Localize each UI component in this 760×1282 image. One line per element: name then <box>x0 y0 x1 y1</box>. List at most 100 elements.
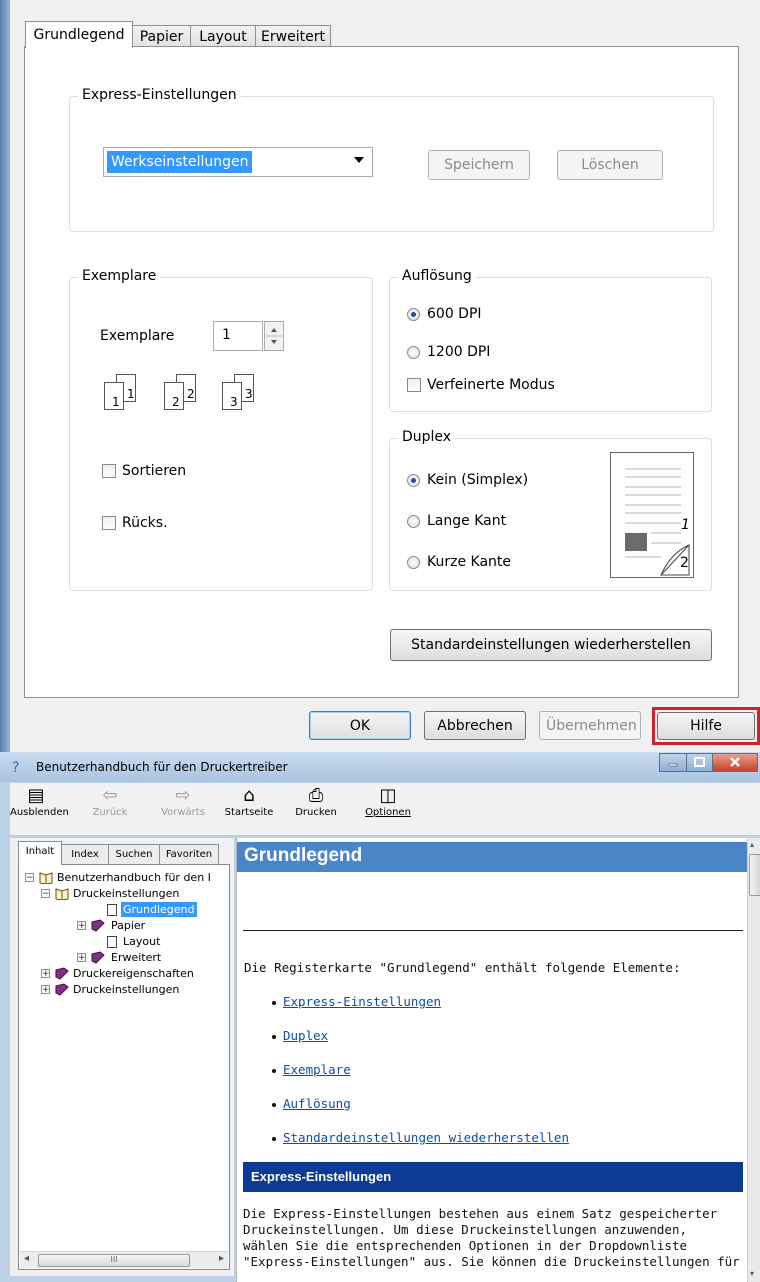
scroll-left-icon[interactable]: ◂ <box>24 1253 29 1264</box>
book-icon <box>55 967 69 980</box>
tab-erweitert[interactable]: Erweitert <box>255 25 331 47</box>
collate-copy-1-icon: 1 1 <box>104 374 144 412</box>
radio-short-edge-label[interactable]: Kurze Kante <box>427 554 511 570</box>
expand-icon[interactable]: + <box>77 921 86 931</box>
radio-long-edge-label[interactable]: Lange Kant <box>427 513 506 529</box>
radio-short-edge[interactable] <box>407 556 420 569</box>
close-icon[interactable] <box>713 754 757 771</box>
link-duplex[interactable]: Duplex <box>283 1028 328 1043</box>
link-express-settings[interactable]: Express-Einstellungen <box>283 994 441 1009</box>
tab-index[interactable]: Index <box>61 844 109 864</box>
refined-mode-label[interactable]: Verfeinerte Modus <box>427 377 555 393</box>
tab-layout[interactable]: Layout <box>190 25 256 47</box>
radio-1200-dpi-label[interactable]: 1200 DPI <box>427 344 490 360</box>
link-resolution[interactable]: Auflösung <box>283 1096 351 1111</box>
express-settings-dropdown[interactable]: Werkseinstellungen <box>103 147 373 177</box>
collate-label[interactable]: Sortieren <box>122 463 186 479</box>
radio-simplex[interactable] <box>407 474 420 487</box>
copy-number: 3 <box>230 395 238 409</box>
tree-label: Grundlegend <box>121 902 197 917</box>
radio-simplex-label[interactable]: Kein (Simplex) <box>427 472 528 488</box>
forward-button[interactable]: ⇨ Vorwärts <box>156 785 210 818</box>
collapse-icon[interactable]: − <box>41 889 50 899</box>
help-content-pane: Grundlegend Die Registerkarte "Grundlege… <box>236 838 760 1282</box>
copies-input[interactable]: 1 <box>213 321 263 351</box>
expand-icon[interactable]: + <box>41 985 50 995</box>
resolution-title: Auflösung <box>398 268 476 284</box>
printer-properties-dialog: Grundlegend Papier Layout Erweitert Expr… <box>0 0 760 752</box>
home-label: Startseite <box>224 807 274 818</box>
scroll-thumb[interactable]: III <box>38 1254 190 1267</box>
radio-600-dpi-label[interactable]: 600 DPI <box>427 306 482 322</box>
radio-600-dpi[interactable] <box>407 308 420 321</box>
copies-group: Exemplare Exemplare 1 1 1 2 2 3 3 Sortie… <box>69 268 373 591</box>
scroll-right-icon[interactable]: ▸ <box>219 1253 224 1264</box>
scroll-up-icon[interactable]: ▴ <box>750 840 754 849</box>
tree-label: Layout <box>123 935 161 948</box>
options-button[interactable]: ◫ Optionen <box>362 785 414 818</box>
delete-button[interactable]: Löschen <box>557 150 663 180</box>
cancel-button[interactable]: Abbrechen <box>424 711 526 740</box>
save-button[interactable]: Speichern <box>428 150 530 180</box>
back-arrow-icon: ⇦ <box>102 785 118 806</box>
hide-button[interactable]: ▤ Ausblenden <box>10 785 69 818</box>
reverse-label[interactable]: Rücks. <box>122 515 168 531</box>
restore-defaults-button[interactable]: Standardeinstellungen wiederherstellen <box>390 629 712 661</box>
content-heading-bar: Grundlegend <box>237 842 747 872</box>
tree-horizontal-scrollbar[interactable]: ◂ III ▸ <box>20 1251 228 1268</box>
content-vertical-scrollbar[interactable]: ▴ ▾ <box>747 838 760 1282</box>
paragraph-line-3: wählen Sie die entsprechenden Optionen i… <box>243 1238 688 1253</box>
ok-button[interactable]: OK <box>309 711 411 740</box>
collapse-icon[interactable]: − <box>25 873 34 883</box>
section-heading-bar: Express-Einstellungen <box>243 1162 743 1192</box>
tab-papier[interactable]: Papier <box>132 25 191 47</box>
hide-pane-icon: ▤ <box>27 785 45 806</box>
tab-contents[interactable]: Inhalt <box>18 841 62 865</box>
forward-label: Vorwärts <box>161 807 205 818</box>
help-button[interactable]: Hilfe <box>657 712 755 740</box>
back-button[interactable]: ⇦ Zurück <box>88 785 132 818</box>
duplex-preview: 1 2 <box>610 452 694 578</box>
scroll-thumb[interactable] <box>749 854 760 896</box>
expand-icon[interactable]: + <box>41 969 50 979</box>
minimize-button[interactable] <box>659 753 687 772</box>
print-button[interactable]: ⎙ Drucken <box>292 785 340 818</box>
collate-copy-3-icon: 3 3 <box>222 374 262 412</box>
book-icon <box>91 919 105 932</box>
link-copies[interactable]: Exemplare <box>283 1062 351 1077</box>
radio-long-edge[interactable] <box>407 515 420 528</box>
content-heading: Grundlegend <box>244 845 363 866</box>
reverse-checkbox[interactable] <box>102 516 116 530</box>
home-button[interactable]: ⌂ Startseite <box>224 785 274 818</box>
book-icon <box>55 983 69 996</box>
help-toolbar: ▤ Ausblenden ⇦ Zurück ⇨ Vorwärts ⌂ Start… <box>10 783 760 836</box>
print-label: Drucken <box>295 807 337 818</box>
radio-1200-dpi[interactable] <box>407 346 420 359</box>
copies-stepper[interactable] <box>264 321 284 351</box>
copy-number: 1 <box>127 387 135 401</box>
tree-label: Druckereigenschaften <box>73 967 194 980</box>
refined-mode-checkbox[interactable] <box>407 378 421 392</box>
collate-checkbox[interactable] <box>102 464 116 478</box>
tab-grundlegend[interactable]: Grundlegend <box>25 21 133 48</box>
scroll-down-icon[interactable]: ▾ <box>750 1269 754 1278</box>
resolution-group: Auflösung 600 DPI 1200 DPI Verfeinerte M… <box>389 268 712 412</box>
expand-icon[interactable]: + <box>77 953 86 963</box>
tab-favorites[interactable]: Favoriten <box>159 844 219 864</box>
window-frame <box>0 0 10 752</box>
copy-number: 1 <box>112 395 120 409</box>
duplex-title: Duplex <box>398 429 456 445</box>
tab-search[interactable]: Suchen <box>108 844 160 864</box>
dropdown-arrow-icon[interactable] <box>354 157 364 163</box>
maximize-icon[interactable] <box>687 754 712 771</box>
close-button[interactable] <box>712 753 758 772</box>
options-icon: ◫ <box>379 785 397 806</box>
stepper-arrows-icon[interactable] <box>265 322 283 350</box>
apply-button[interactable]: Übernehmen <box>539 711 641 740</box>
maximize-button[interactable] <box>686 753 713 772</box>
express-settings-selected: Werkseinstellungen <box>107 151 253 173</box>
link-restore-defaults[interactable]: Standardeinstellungen wiederherstellen <box>283 1130 569 1145</box>
minimize-icon[interactable] <box>660 754 686 771</box>
tree-label: Druckeinstellungen <box>73 983 180 996</box>
tree-label: Druckeinstellungen <box>73 887 180 900</box>
